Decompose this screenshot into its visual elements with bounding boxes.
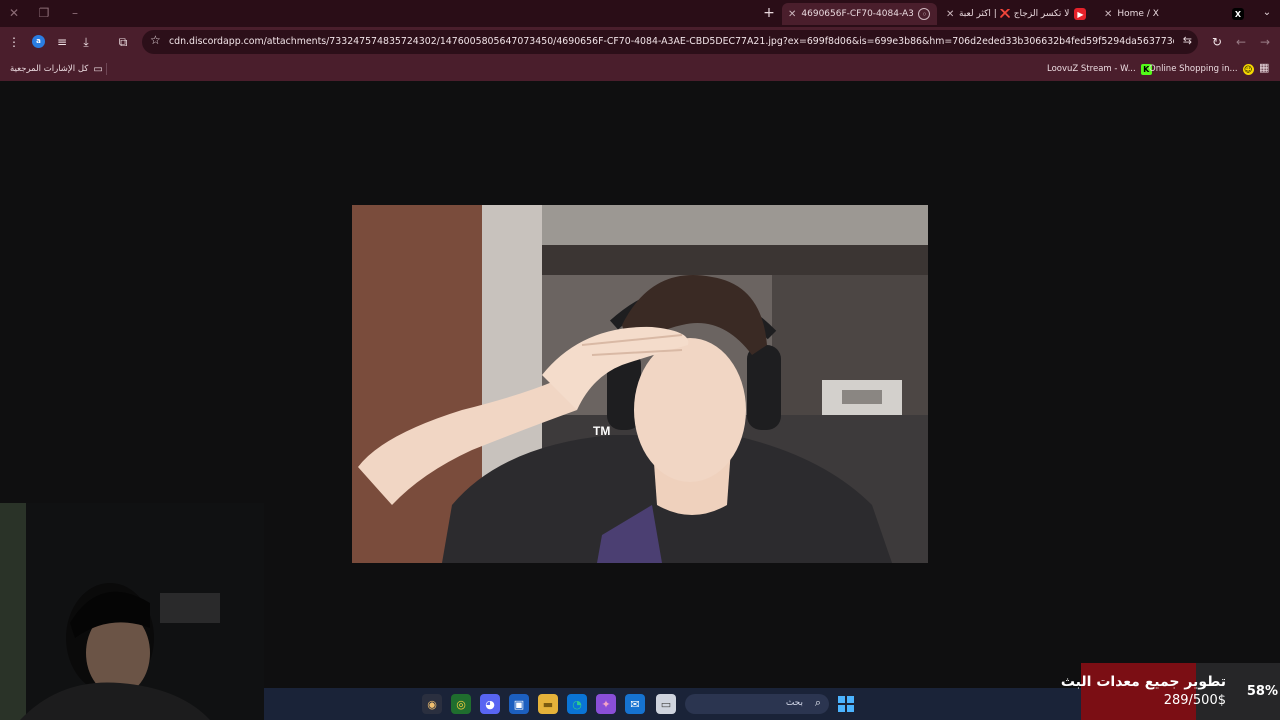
- menu-kebab-icon[interactable]: ⋮: [5, 33, 23, 51]
- donation-goal-widget: تطوير جميع معدات البث 289/500$ 58%: [1061, 663, 1280, 720]
- close-tab-icon[interactable]: ✕: [946, 9, 954, 20]
- site-settings-icon[interactable]: ⇆: [1183, 34, 1192, 47]
- globe-icon: ◦: [918, 8, 931, 20]
- new-tab-button[interactable]: +: [760, 4, 778, 22]
- taskbar-search-box[interactable]: بحث ⌕: [685, 694, 829, 714]
- windows-taskbar: ◉ ◎ ◕ ▣ ▬ ◔ ✦ ✉ ▭ بحث ⌕: [264, 688, 1081, 720]
- goal-progress-fill: [1081, 663, 1196, 720]
- tab-search-chevron-icon[interactable]: ⌄: [1258, 4, 1276, 22]
- chrome-app-icon[interactable]: ◎: [451, 694, 471, 714]
- browser-toolbar: ⋮ a ≡ ⤓ ⧉ ☆ cdn.discordapp.com/attachmen…: [0, 27, 1280, 57]
- download-icon[interactable]: ⤓: [77, 33, 95, 51]
- tab-label: 4690656F-CF70-4084-A3AE-CB: [801, 9, 914, 19]
- tab-label: لا تكسر الزجاج ❌ | أكثر لعبة صـ: [959, 9, 1070, 19]
- all-bookmarks-label: كل الإشارات المرجعية: [10, 64, 89, 74]
- bookmark-star-icon[interactable]: ☆: [150, 33, 161, 47]
- extensions-icon[interactable]: ⧉: [114, 33, 132, 51]
- screen: ✕ ❐ – + ✕ 4690656F-CF70-4084-A3AE-CB ◦ ✕…: [0, 0, 1280, 720]
- back-icon[interactable]: →: [1256, 33, 1274, 51]
- file-explorer-icon[interactable]: ▬: [538, 694, 558, 714]
- obs-app-icon[interactable]: ◉: [422, 694, 442, 714]
- edge-app-icon[interactable]: ◔: [567, 694, 587, 714]
- folder-icon: ▭: [93, 63, 103, 75]
- reading-mode-icon[interactable]: ≡: [53, 33, 71, 51]
- webcam-feed: [0, 503, 264, 720]
- x-icon: X: [1232, 8, 1244, 20]
- store-app-icon[interactable]: ▣: [509, 694, 529, 714]
- minimize-window-icon[interactable]: –: [66, 4, 84, 22]
- task-view-icon[interactable]: ▭: [656, 694, 676, 714]
- bookmark-label: Online Shopping in...: [1149, 64, 1238, 74]
- browser-tab-bar: ✕ ❐ – + ✕ 4690656F-CF70-4084-A3AE-CB ◦ ✕…: [0, 0, 1280, 27]
- restore-window-icon[interactable]: ❐: [35, 4, 53, 22]
- bookmark-loovuz-stream[interactable]: LoovuZ Stream - W... K: [1047, 61, 1152, 77]
- bookmark-label: LoovuZ Stream - W...: [1047, 64, 1136, 74]
- bookmarks-bar: كل الإشارات المرجعية ▭ LoovuZ Stream - W…: [0, 57, 1280, 81]
- bookmarks-divider: [106, 63, 107, 75]
- address-url[interactable]: cdn.discordapp.com/attachments/733247574…: [169, 36, 1174, 47]
- tab-discord-image[interactable]: ✕ 4690656F-CF70-4084-A3AE-CB ◦: [782, 3, 937, 25]
- watermark-text: TM: [593, 424, 611, 438]
- close-tab-icon[interactable]: ✕: [788, 9, 796, 20]
- salute-illustration-image[interactable]: TM: [352, 205, 928, 563]
- tab-youtube-video[interactable]: ✕ لا تكسر الزجاج ❌ | أكثر لعبة صـ ▶: [940, 3, 1095, 25]
- youtube-icon: ▶: [1074, 8, 1087, 20]
- mail-app-icon[interactable]: ✉: [625, 694, 645, 714]
- bookmark-online-shopping[interactable]: Online Shopping in... ☺: [1149, 61, 1254, 77]
- extension-badge-icon[interactable]: a: [32, 35, 45, 48]
- all-bookmarks-button[interactable]: كل الإشارات المرجعية ▭: [10, 61, 103, 77]
- windows-start-icon[interactable]: [838, 696, 854, 712]
- salute-illustration: [352, 205, 928, 563]
- close-tab-icon[interactable]: ✕: [1104, 9, 1112, 20]
- apps-grid-icon[interactable]: ▦: [1259, 61, 1269, 74]
- reload-icon[interactable]: ↻: [1208, 33, 1226, 51]
- goal-percent: 58%: [1246, 684, 1278, 699]
- search-icon: ⌕: [814, 696, 821, 709]
- goal-title: تطوير جميع معدات البث: [1060, 674, 1226, 690]
- smiley-icon: ☺: [1242, 63, 1254, 75]
- copilot-app-icon[interactable]: ✦: [596, 694, 616, 714]
- discord-app-icon[interactable]: ◕: [480, 694, 500, 714]
- webcam-overlay: [0, 503, 264, 720]
- search-placeholder: بحث: [785, 698, 803, 708]
- forward-icon[interactable]: ←: [1232, 33, 1250, 51]
- tab-label: Home / X: [1117, 9, 1159, 19]
- tab-x-home[interactable]: ✕ Home / X X: [1098, 3, 1250, 25]
- goal-amount: 289/500$: [1163, 693, 1226, 708]
- address-bar[interactable]: ☆ cdn.discordapp.com/attachments/7332475…: [142, 30, 1198, 54]
- close-window-icon[interactable]: ✕: [5, 4, 23, 22]
